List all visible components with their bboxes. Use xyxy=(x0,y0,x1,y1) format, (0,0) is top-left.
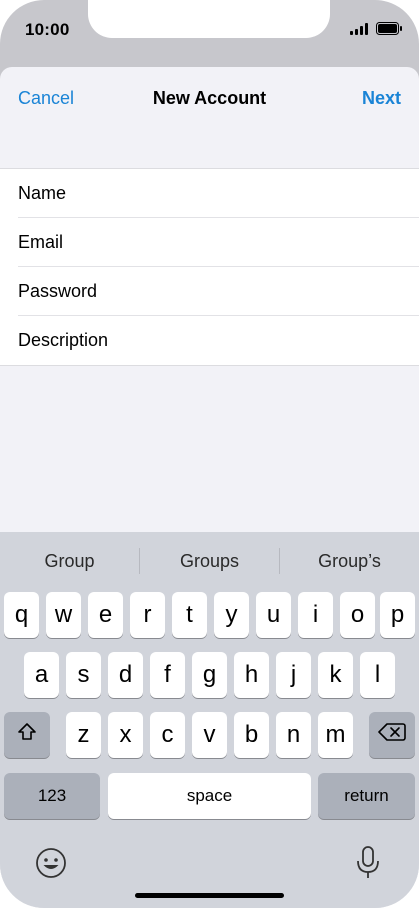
password-field-row xyxy=(0,267,419,316)
key-s[interactable]: s xyxy=(66,652,101,698)
key-p[interactable]: p xyxy=(380,592,415,638)
key-g[interactable]: g xyxy=(192,652,227,698)
key-z[interactable]: z xyxy=(66,712,101,758)
status-icons xyxy=(350,22,403,40)
key-j[interactable]: j xyxy=(276,652,311,698)
name-field-row xyxy=(0,169,419,218)
key-u[interactable]: u xyxy=(256,592,291,638)
signal-icon xyxy=(350,22,370,40)
phone-screen: 10:00 Cancel New Account Next Name Email… xyxy=(0,0,419,908)
key-l[interactable]: l xyxy=(360,652,395,698)
home-indicator xyxy=(135,893,284,898)
suggestion-bar: Group Groups Group’s xyxy=(0,532,419,590)
key-e[interactable]: e xyxy=(88,592,123,638)
backspace-key[interactable] xyxy=(369,712,415,758)
key-n[interactable]: n xyxy=(276,712,311,758)
emoji-button[interactable] xyxy=(34,846,68,880)
description-field-row xyxy=(0,316,419,365)
key-i[interactable]: i xyxy=(298,592,333,638)
name-field[interactable] xyxy=(0,169,419,218)
suggestion-3[interactable]: Group’s xyxy=(280,532,419,590)
notch xyxy=(88,0,330,38)
key-h[interactable]: h xyxy=(234,652,269,698)
key-b[interactable]: b xyxy=(234,712,269,758)
next-button[interactable]: Next xyxy=(362,88,401,109)
email-field[interactable] xyxy=(0,218,419,267)
key-a[interactable]: a xyxy=(24,652,59,698)
key-d[interactable]: d xyxy=(108,652,143,698)
numbers-key[interactable]: 123 xyxy=(4,773,100,819)
account-form xyxy=(0,168,419,366)
password-field[interactable] xyxy=(0,267,419,316)
dictation-button[interactable] xyxy=(355,845,381,881)
key-t[interactable]: t xyxy=(172,592,207,638)
return-key[interactable]: return xyxy=(318,773,415,819)
keyboard: Group Groups Group’s q w e r t y u i o p… xyxy=(0,532,419,908)
emoji-icon xyxy=(34,848,68,884)
description-field[interactable] xyxy=(0,316,419,365)
key-m[interactable]: m xyxy=(318,712,353,758)
space-key[interactable]: space xyxy=(108,773,311,819)
key-q[interactable]: q xyxy=(4,592,39,638)
key-c[interactable]: c xyxy=(150,712,185,758)
key-v[interactable]: v xyxy=(192,712,227,758)
battery-icon xyxy=(376,22,403,40)
status-time: 10:00 xyxy=(25,20,70,39)
email-field-row xyxy=(0,218,419,267)
nav-bar: Cancel New Account Next xyxy=(0,67,419,133)
suggestion-2[interactable]: Groups xyxy=(140,532,279,590)
microphone-icon xyxy=(355,846,381,885)
shift-key[interactable] xyxy=(4,712,50,758)
key-f[interactable]: f xyxy=(150,652,185,698)
key-w[interactable]: w xyxy=(46,592,81,638)
key-x[interactable]: x xyxy=(108,712,143,758)
key-y[interactable]: y xyxy=(214,592,249,638)
key-o[interactable]: o xyxy=(340,592,375,638)
cancel-button[interactable]: Cancel xyxy=(18,88,74,109)
suggestion-1[interactable]: Group xyxy=(0,532,139,590)
backspace-icon xyxy=(378,721,406,749)
key-k[interactable]: k xyxy=(318,652,353,698)
shift-icon xyxy=(16,721,38,750)
key-r[interactable]: r xyxy=(130,592,165,638)
